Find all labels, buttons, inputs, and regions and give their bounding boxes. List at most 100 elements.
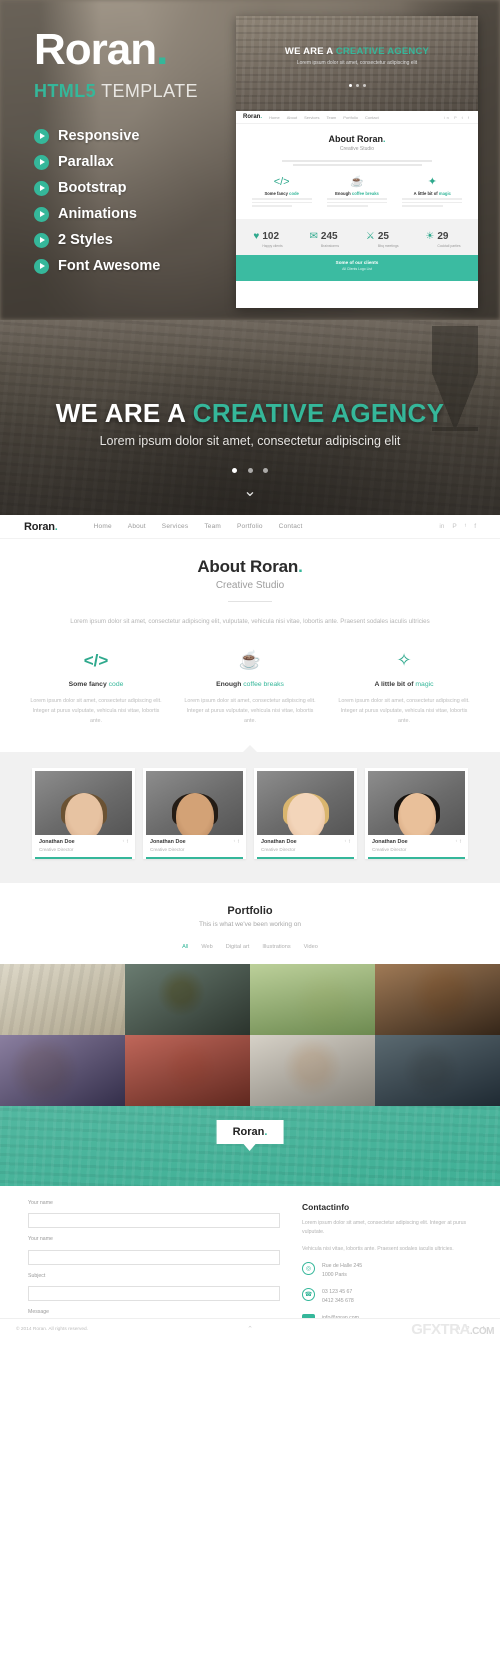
- about-column-magic: ✧ A little bit of magic Lorem ipsum dolo…: [337, 650, 471, 726]
- portfolio-tile-picnic-field[interactable]: [250, 963, 375, 1035]
- member-photo: [257, 770, 354, 835]
- about-column-title: Some fancy code: [29, 681, 163, 688]
- about-paragraph: Lorem ipsum dolor sit amet, consectetur …: [70, 618, 430, 625]
- hero-slider-dots[interactable]: [0, 460, 500, 478]
- navbar-logo-text: Roran: [24, 520, 55, 533]
- linkedin-icon[interactable]: in: [439, 523, 444, 530]
- subject-field[interactable]: [28, 1286, 280, 1302]
- nav-item-contact[interactable]: Contact: [279, 523, 303, 530]
- portfolio-tile-surprised-man[interactable]: [250, 1034, 375, 1106]
- facebook-icon[interactable]: f: [474, 523, 476, 530]
- team-member-card[interactable]: Jonathan Doe Creative Director ᵗ f: [143, 767, 246, 859]
- about-title: About Roran.: [0, 557, 500, 577]
- nav-item-about[interactable]: About: [128, 523, 146, 530]
- nav-item-team[interactable]: Team: [204, 523, 221, 530]
- portfolio-filter-digital-art[interactable]: Digital art: [226, 944, 250, 950]
- promo-brand-name: Roran: [34, 25, 157, 74]
- title-green: magic: [415, 680, 434, 688]
- chevron-up-icon[interactable]: ⌃: [247, 1325, 253, 1333]
- team-member-card[interactable]: Jonathan Doe Creative Director ᵗ f: [365, 767, 468, 859]
- nav-item-portfolio[interactable]: Portfolio: [237, 523, 263, 530]
- facebook-icon[interactable]: f: [460, 839, 461, 844]
- twitter-icon[interactable]: ᵗ: [123, 839, 124, 844]
- nav-item-services[interactable]: Services: [162, 523, 189, 530]
- portfolio-tile-dancer-street[interactable]: [375, 1034, 500, 1106]
- preview-hero-title-white: WE ARE A: [284, 46, 336, 57]
- preview-hero-title: WE ARE A CREATIVE AGENCY: [236, 46, 478, 57]
- portfolio-filter-web[interactable]: Web: [201, 944, 212, 950]
- preview-stat: ✉ 245 Brainstorms: [310, 226, 339, 248]
- preview-stat-value: 102: [262, 230, 280, 242]
- portfolio-tile-confetti-umbrella[interactable]: [125, 963, 250, 1035]
- contact-info-paragraph-2: Vehicula nisi vitae, lobortis ante. Prae…: [302, 1246, 454, 1253]
- portfolio-tile-woman-candles[interactable]: [375, 963, 500, 1035]
- play-icon: [34, 128, 49, 144]
- bubble-logo-text: Roran: [232, 1125, 265, 1138]
- preview-navbar: Roran. Home About Services Team Portfoli…: [236, 111, 478, 124]
- pinterest-icon[interactable]: P: [452, 523, 456, 530]
- twitter-icon[interactable]: ᵗ: [234, 839, 235, 844]
- code-icon: </>: [83, 650, 109, 670]
- member-role: Creative Director: [39, 846, 74, 852]
- team-member-card[interactable]: Jonathan Doe Creative Director ᵗ f: [254, 767, 357, 859]
- portfolio-tile-record-player[interactable]: [0, 1034, 125, 1106]
- magic-wand-icon: ✧: [396, 650, 412, 671]
- twitter-icon[interactable]: ᵗ: [456, 839, 457, 844]
- face-shape: [64, 792, 103, 835]
- preview-stat-label: Happy clients: [262, 243, 283, 248]
- slider-dot-2[interactable]: [247, 468, 253, 473]
- about-column-text: Lorem ipsum dolor sit amet, consectetur …: [184, 697, 316, 724]
- preview-stat-value: 25: [377, 230, 389, 242]
- divider: [228, 601, 272, 602]
- contact-form: Your name Your name Subject Message Send: [28, 1200, 280, 1318]
- portfolio-title: Portfolio: [227, 904, 273, 917]
- face-shape: [286, 792, 325, 835]
- team-member-card[interactable]: Jonathan Doe Creative Director ᵗ f: [32, 767, 135, 859]
- name-field[interactable]: [28, 1213, 280, 1229]
- member-name: Jonathan Doe: [150, 838, 186, 845]
- twitter-icon[interactable]: ᵗ: [345, 839, 346, 844]
- portfolio-filter-all[interactable]: All: [182, 944, 188, 950]
- preview-feature-label: A little bit of magic: [398, 191, 466, 196]
- preview-logo-text: Roran: [243, 114, 261, 120]
- facebook-icon[interactable]: f: [349, 839, 350, 844]
- member-accent-bar: [257, 856, 354, 859]
- preview-about-subtitle: Creative Studio: [339, 146, 375, 152]
- preview-client-logos: Mashable jQuery Mashable jQuery: [236, 290, 478, 297]
- facebook-icon[interactable]: f: [127, 839, 128, 844]
- about-column-coffee: ☕ Enough coffee breaks Lorem ipsum dolor…: [183, 650, 317, 726]
- portfolio-tile-family-sofa[interactable]: [0, 963, 125, 1035]
- title-dark: Enough: [216, 680, 244, 688]
- member-role: Creative Director: [150, 846, 185, 852]
- member-name: Jonathan Doe: [261, 838, 297, 845]
- portfolio-filters: All Web Digital art Illustrations Video: [0, 944, 500, 950]
- email-field-label: Your name: [28, 1236, 53, 1243]
- nav-item-home[interactable]: Home: [94, 523, 112, 530]
- twitter-icon[interactable]: ᵗ: [465, 523, 466, 530]
- preview-stat-value: 29: [437, 230, 449, 242]
- email-field[interactable]: [28, 1249, 280, 1265]
- title-green: coffee breaks: [243, 680, 284, 688]
- preview-feature-text: [248, 198, 316, 207]
- contact-logo-bubble: Roran.: [216, 1119, 284, 1151]
- play-icon: [34, 154, 49, 170]
- navbar-logo[interactable]: Roran.: [24, 521, 58, 533]
- member-photo: [35, 770, 132, 835]
- dot: [355, 84, 359, 87]
- chevron-down-icon[interactable]: ⌄: [0, 481, 500, 501]
- slider-dot-1[interactable]: [232, 468, 238, 473]
- preview-feature-label: Enough coffee breaks: [323, 191, 391, 196]
- slider-dot-3[interactable]: [262, 468, 268, 473]
- heart-icon: ♥: [253, 231, 260, 243]
- portfolio-subtitle: This is what we've been working on: [198, 920, 302, 928]
- team-section: Jonathan Doe Creative Director ᵗ f Jonat…: [0, 744, 500, 883]
- name-field-label: Your name: [28, 1199, 53, 1206]
- contact-address-row: ◎ Rue de Halle 245 1000 Paris: [302, 1261, 472, 1280]
- portfolio-filter-video[interactable]: Video: [304, 944, 318, 950]
- facebook-icon[interactable]: f: [238, 839, 239, 844]
- portfolio-filter-illustrations[interactable]: Illustrations: [262, 944, 290, 950]
- label-dark: Some fancy: [264, 191, 290, 196]
- envelope-icon: ✉: [302, 1314, 315, 1318]
- member-social: ᵗ f: [456, 839, 461, 844]
- portfolio-tile-red-clown[interactable]: [125, 1034, 250, 1106]
